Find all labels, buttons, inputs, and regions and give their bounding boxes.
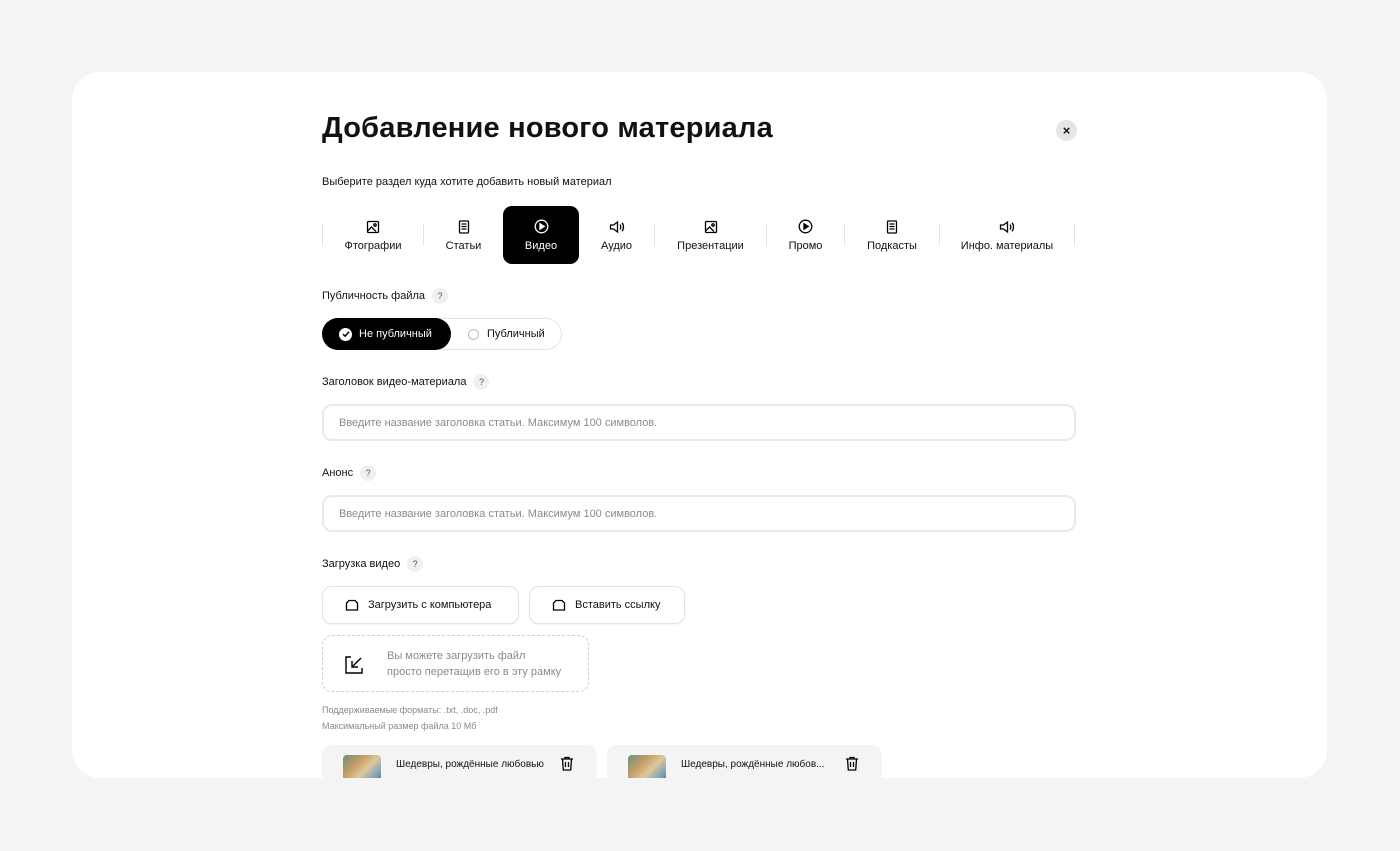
trash-icon[interactable]: [560, 756, 574, 776]
upload-from-computer-button[interactable]: Загрузить с компьютера: [322, 586, 519, 624]
option-label: Не публичный: [359, 328, 432, 340]
tab-presentations[interactable]: Презентации: [655, 206, 766, 264]
tab-label: Видео: [524, 239, 558, 252]
file-thumbnail: [628, 755, 666, 778]
tab-label: Статьи: [445, 239, 482, 252]
tab-podcasts[interactable]: Подкасты: [845, 206, 939, 264]
document-icon: [884, 219, 900, 235]
image-icon: [703, 219, 719, 235]
trash-icon[interactable]: [845, 756, 859, 776]
publicity-label-row: Публичность файла ?: [322, 288, 448, 304]
tab-photos[interactable]: Фтографии: [323, 206, 423, 264]
title-field-label: Заголовок видео-материала: [322, 376, 467, 388]
play-circle-icon: [533, 219, 549, 235]
check-icon: [339, 327, 352, 341]
option-label: Публичный: [487, 328, 545, 340]
upload-label: Загрузка видео: [322, 558, 401, 570]
file-drop-zone[interactable]: Вы можете загрузить файл просто перетащи…: [322, 635, 589, 692]
drop-hint: Вы можете загрузить файл просто перетащи…: [387, 648, 561, 680]
uploaded-file-card: Шедевры, рождённые любов...: [607, 745, 882, 778]
help-icon[interactable]: ?: [473, 374, 490, 390]
drop-hint-line: Вы можете загрузить файл: [387, 650, 526, 662]
help-icon[interactable]: ?: [407, 556, 424, 572]
tab-articles[interactable]: Статьи: [424, 206, 503, 264]
max-file-size: Максимальный размер файла 10 Мб: [322, 721, 477, 731]
section-tabs: Фтографии Статьи Видео Аудио Презентации…: [322, 206, 1077, 264]
title-label-row: Заголовок видео-материала ?: [322, 374, 490, 390]
publicity-toggle: Не публичный Публичный: [322, 318, 562, 350]
button-label: Загрузить с компьютера: [368, 599, 492, 611]
tab-label: Подкасты: [867, 239, 917, 252]
tab-label: Фтографии: [344, 239, 402, 252]
app-frame: Добавление нового материала × Выберите р…: [0, 0, 1400, 851]
help-icon[interactable]: ?: [360, 465, 377, 481]
folder-icon: [345, 599, 359, 611]
file-name: Шедевры, рождённые любовью: [396, 759, 544, 770]
document-icon: [456, 219, 472, 235]
tab-label: Инфо. материалы: [960, 239, 1054, 252]
title-input[interactable]: [322, 404, 1076, 441]
drop-hint-line: просто перетащив его в эту рамку: [387, 666, 562, 678]
file-name: Шедевры, рождённые любов...: [681, 759, 825, 770]
section-prompt: Выберите раздел куда хотите добавить нов…: [322, 176, 612, 188]
tab-audio[interactable]: Аудио: [579, 206, 654, 264]
download-arrow-icon: [343, 654, 365, 681]
publicity-label: Публичность файла: [322, 290, 425, 302]
play-circle-icon: [798, 219, 814, 235]
file-thumbnail: [343, 755, 381, 778]
announce-label-row: Анонс ?: [322, 465, 377, 481]
button-label: Вставить ссылку: [575, 599, 661, 611]
folder-icon: [552, 599, 566, 611]
tab-info-materials[interactable]: Инфо. материалы: [940, 206, 1074, 264]
upload-label-row: Загрузка видео ?: [322, 556, 424, 572]
tab-divider: [1074, 224, 1075, 246]
radio-icon: [468, 328, 479, 340]
help-icon[interactable]: ?: [432, 288, 448, 304]
supported-formats: Поддерживаемые форматы: .txt, .doc, .pdf: [322, 705, 498, 715]
close-button[interactable]: ×: [1056, 120, 1077, 141]
tab-video[interactable]: Видео: [503, 206, 579, 264]
announce-input[interactable]: [322, 495, 1076, 532]
dialog-title: Добавление нового материала: [322, 112, 773, 144]
add-material-dialog: Добавление нового материала × Выберите р…: [72, 72, 1327, 778]
option-not-public[interactable]: Не публичный: [322, 318, 451, 350]
announce-field-label: Анонс: [322, 467, 354, 479]
insert-link-button[interactable]: Вставить ссылку: [529, 586, 685, 624]
speaker-icon: [999, 219, 1015, 235]
uploaded-file-card: Шедевры, рождённые любовью: [322, 745, 597, 778]
tab-promo[interactable]: Промо: [767, 206, 844, 264]
tab-label: Промо: [788, 239, 823, 252]
image-icon: [365, 219, 381, 235]
tab-label: Презентации: [677, 239, 744, 252]
tab-label: Аудио: [600, 239, 633, 252]
option-public[interactable]: Публичный: [458, 318, 545, 350]
speaker-icon: [609, 219, 625, 235]
